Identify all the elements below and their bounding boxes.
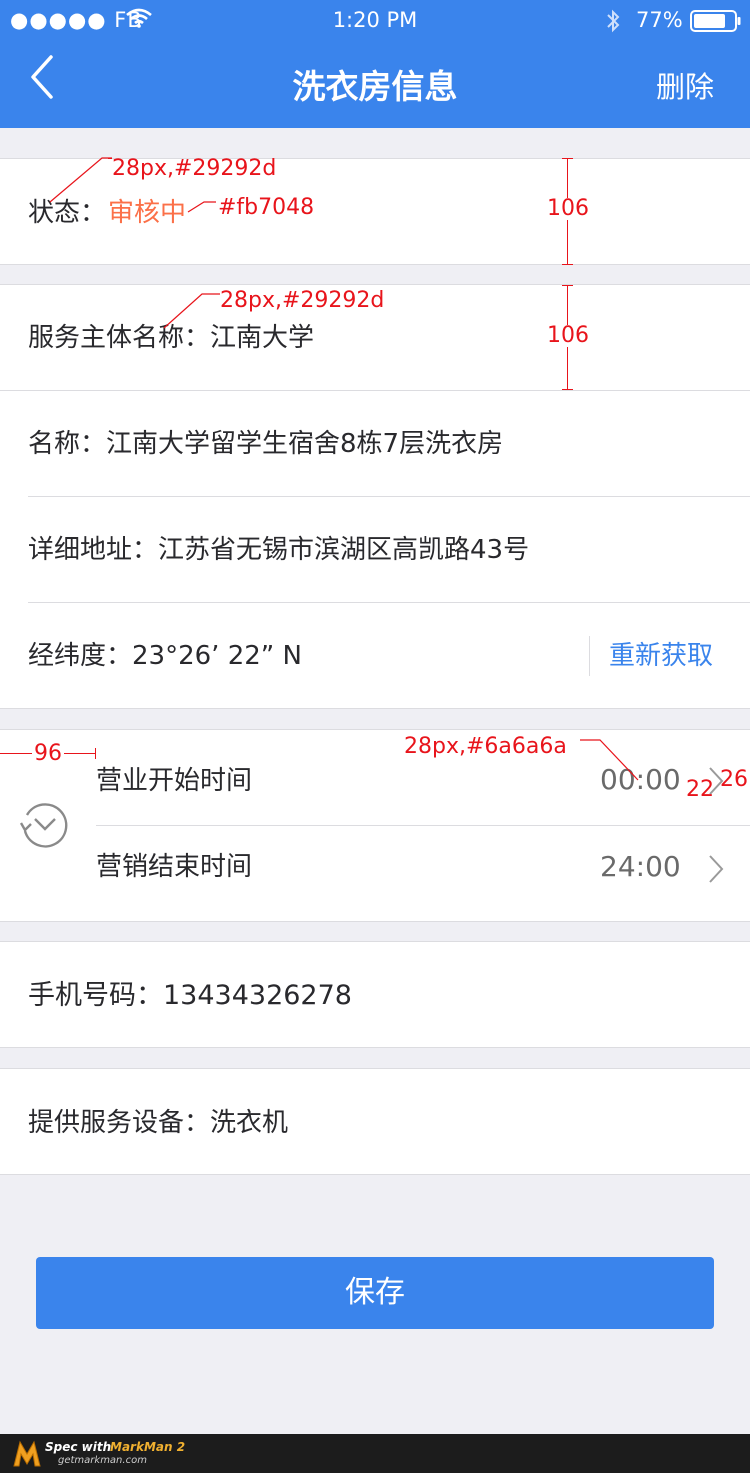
annotation-leader <box>163 293 220 329</box>
battery-icon <box>690 10 742 37</box>
equipment-field: 提供服务设备：洗衣机 <box>28 1108 289 1138</box>
start-time-label: 营业开始时间 <box>96 766 253 796</box>
annotation-text: 106 <box>545 323 591 348</box>
annotation-text: 106 <box>545 196 591 221</box>
chevron-right-icon <box>708 854 724 888</box>
annotation-text: 28px,#6a6a6a <box>404 734 567 759</box>
bluetooth-icon <box>606 9 620 38</box>
page-title: 洗衣房信息 <box>292 67 458 106</box>
annotation-leader <box>187 201 216 213</box>
divider <box>28 496 750 497</box>
markman-logo-icon <box>12 1439 42 1473</box>
address-field: 详细地址：江苏省无锡市滨湖区高凯路43号 <box>28 535 530 565</box>
annotation-text: 22 <box>686 777 714 802</box>
name-field: 名称：江南大学留学生宿舍8栋7层洗衣房 <box>28 429 504 459</box>
divider <box>0 390 750 391</box>
battery-percent: 77% <box>636 8 683 32</box>
clock-icon <box>18 801 72 853</box>
annotation-line <box>562 158 573 159</box>
watermark-site: getmarkman.com <box>58 1455 147 1466</box>
refresh-location-button[interactable]: 重新获取 <box>609 643 713 669</box>
app-header: ●●●●● FB 1:20 PM 77% 洗衣房信息 删除 <box>0 0 750 128</box>
watermark-product: MarkMan 2 <box>110 1440 186 1454</box>
end-time-row[interactable]: 营销结束时间 24:00 <box>96 826 750 922</box>
annotation-line <box>562 389 573 390</box>
divider <box>28 602 750 603</box>
nav-bar: 洗衣房信息 删除 <box>0 42 750 128</box>
annotation-line <box>95 748 96 759</box>
end-time-value: 24:00 <box>600 850 681 883</box>
coordinates-field: 经纬度：23°26’ 22” N <box>28 641 302 671</box>
annotation-text: 28px,#29292d <box>112 156 277 181</box>
delete-button[interactable]: 删除 <box>656 64 714 106</box>
divider <box>589 636 590 676</box>
info-section: 服务主体名称：江南大学 名称：江南大学留学生宿舍8栋7层洗衣房 详细地址：江苏省… <box>0 284 750 709</box>
status-bar: ●●●●● FB 1:20 PM 77% <box>0 0 750 42</box>
end-time-label: 营销结束时间 <box>96 852 253 882</box>
annotation-text: #fb7048 <box>218 195 315 220</box>
annotation-leader <box>49 157 112 203</box>
annotation-text: 96 <box>32 741 64 766</box>
watermark-spec-with: Spec with <box>45 1440 112 1454</box>
annotation-leader <box>580 739 639 781</box>
annotation-line <box>562 264 573 265</box>
annotation-text: 26 <box>720 767 748 792</box>
phone-section: 手机号码：13434326278 <box>0 941 750 1048</box>
markman-watermark: Spec with MarkMan 2 getmarkman.com <box>0 1434 750 1473</box>
equipment-section: 提供服务设备：洗衣机 <box>0 1068 750 1175</box>
save-button[interactable]: 保存 <box>36 1257 714 1329</box>
phone-field: 手机号码：13434326278 <box>28 980 352 1011</box>
annotation-line <box>562 285 573 286</box>
annotation-text: 28px,#29292d <box>220 288 385 313</box>
status-badge: 审核中 <box>108 198 187 228</box>
